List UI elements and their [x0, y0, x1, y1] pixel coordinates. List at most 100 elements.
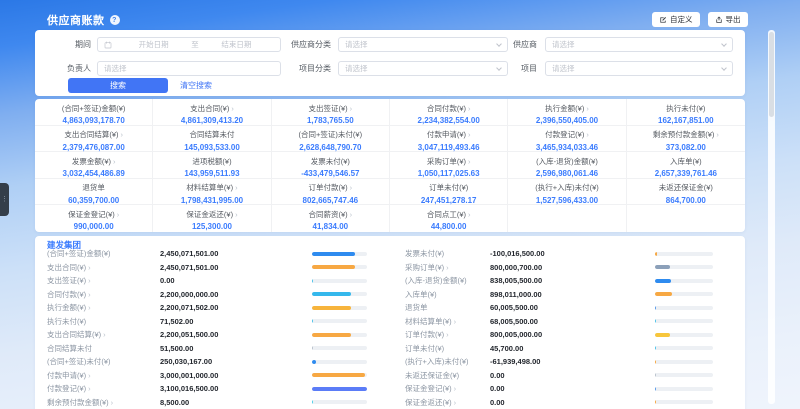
metric-bar — [312, 252, 367, 256]
metric-label[interactable]: 合同付款(¥)› — [47, 289, 160, 300]
chevron-right-icon: › — [111, 398, 114, 407]
stat-card[interactable]: 合同点工(¥)› 44,800.00 — [390, 205, 508, 232]
metric-bar — [312, 306, 367, 310]
stat-value[interactable]: 990,000.00 — [35, 222, 152, 231]
chevron-right-icon: › — [350, 104, 353, 113]
chevron-right-icon: › — [88, 371, 91, 380]
stat-value[interactable]: 125,300.00 — [153, 222, 270, 231]
metric-bar — [312, 333, 367, 337]
stat-card[interactable]: 合同付款(¥)›2,234,382,554.00 — [390, 99, 508, 126]
project-select[interactable]: 请选择 — [545, 61, 733, 76]
owner-select[interactable]: 请选择 — [97, 61, 281, 76]
stat-card[interactable]: 支出合同(¥)›4,861,309,413.20 — [153, 99, 271, 126]
stat-card[interactable]: 材料结算单(¥)›1,798,431,995.00 — [153, 179, 271, 206]
select-placeholder: 请选择 — [104, 63, 127, 74]
side-panel-handle[interactable]: ⋮ — [0, 183, 9, 216]
stat-label: 支出合同结算(¥)› — [35, 129, 152, 140]
stat-value: 1,527,596,433.00 — [508, 196, 625, 205]
search-button[interactable]: 搜索 — [68, 78, 168, 93]
metric-label[interactable]: 付款申请(¥)› — [47, 370, 160, 381]
stat-label: 支出签证(¥)› — [272, 103, 389, 114]
metric-label[interactable]: 支出合同结算(¥)› — [47, 329, 160, 340]
project-category-select[interactable]: 请选择 — [338, 61, 508, 76]
chevron-right-icon: › — [446, 330, 449, 339]
stat-card[interactable]: 支出合同结算(¥)› 2,379,476,087.00 — [35, 126, 153, 153]
stat-card[interactable]: 剩余预付款金额(¥)›373,082.00 — [627, 126, 745, 153]
date-range-input[interactable]: 开始日期 至 结束日期 — [97, 37, 281, 52]
stat-value[interactable]: 3,465,934,033.46 — [508, 143, 625, 152]
metric-bar — [312, 400, 367, 404]
scrollbar-track[interactable] — [768, 30, 775, 404]
supplier-select[interactable]: 请选择 — [545, 37, 733, 52]
metric-label[interactable]: 材料结算单(¥)› — [405, 316, 490, 327]
export-button[interactable]: 导出 — [708, 12, 748, 27]
metric-label: (执行+入库)未付(¥) — [405, 356, 490, 367]
stat-value[interactable]: 44,800.00 — [390, 222, 507, 231]
stat-value[interactable]: 3,047,119,493.46 — [390, 143, 507, 152]
stat-label: 订单付款(¥)› — [272, 182, 389, 193]
metric-bar — [655, 373, 713, 377]
calendar-icon — [104, 41, 112, 49]
stat-value[interactable]: 4,861,309,413.20 — [153, 116, 270, 125]
chevron-right-icon: › — [454, 398, 457, 407]
metric-label[interactable]: 支出签证(¥)› — [47, 275, 160, 286]
metric-row: 订单未付(¥)45,700.00 — [405, 342, 713, 356]
stat-label: 合同结算未付 — [153, 129, 270, 140]
select-placeholder: 请选择 — [345, 39, 368, 50]
stat-label: 发票金额(¥)› — [35, 156, 152, 167]
metric-label[interactable]: 订单付款(¥)› — [405, 329, 490, 340]
stat-value[interactable]: 2,234,382,554.00 — [390, 116, 507, 125]
stat-value[interactable]: 1,798,431,995.00 — [153, 196, 270, 205]
chevron-right-icon: › — [231, 104, 234, 113]
stat-card[interactable]: 订单付款(¥)› 802,665,747.46 — [272, 179, 390, 206]
metric-bar-fill — [312, 360, 316, 364]
chevron-right-icon: › — [586, 130, 589, 139]
range-separator: 至 — [191, 39, 199, 50]
clear-search-link[interactable]: 清空搜索 — [180, 78, 212, 93]
chevron-right-icon: › — [88, 303, 91, 312]
stat-value[interactable]: 2,379,476,087.00 — [35, 143, 152, 152]
help-icon[interactable]: ? — [110, 15, 120, 25]
stat-value[interactable]: 373,082.00 — [627, 143, 745, 152]
stat-card[interactable]: 支出签证(¥)› 1,783,765.50 — [272, 99, 390, 126]
stat-card[interactable]: 付款登记(¥)›3,465,934,033.46 — [508, 126, 626, 153]
stat-card: 进项税额(¥)143,959,511.93 — [153, 152, 271, 179]
stat-card: 发票未付(¥)-433,479,546.57 — [272, 152, 390, 179]
stat-value[interactable]: 2,396,550,405.00 — [508, 116, 625, 125]
stat-card[interactable]: 执行金额(¥)›2,396,550,405.00 — [508, 99, 626, 126]
metric-row: 支出签证(¥)›0.00 — [47, 274, 367, 288]
metric-bar — [312, 360, 367, 364]
stat-card[interactable]: 付款申请(¥)›3,047,119,493.46 — [390, 126, 508, 153]
stat-value[interactable]: 1,050,117,025.63 — [390, 169, 507, 178]
metric-label[interactable]: 保证金返还(¥)› — [405, 397, 490, 408]
export-label: 导出 — [726, 14, 741, 25]
stat-value[interactable]: 3,032,454,486.89 — [35, 169, 152, 178]
metric-value: 2,200,051,500.00 — [160, 330, 312, 339]
scrollbar-thumb[interactable] — [769, 32, 774, 117]
metric-label[interactable]: 采购订单(¥)› — [405, 262, 490, 273]
stat-label: 合同点工(¥)› — [390, 209, 507, 220]
metric-row: 合同付款(¥)›2,200,000,000.00 — [47, 288, 367, 302]
metric-row: 执行金额(¥)›2,200,071,502.00 — [47, 301, 367, 315]
metric-row: 订单付款(¥)›800,005,000.00 — [405, 328, 713, 342]
stat-card[interactable]: 采购订单(¥)›1,050,117,025.63 — [390, 152, 508, 179]
stat-card[interactable]: 合同薪资(¥)›41,834.00 — [272, 205, 390, 232]
stat-value[interactable]: 41,834.00 — [272, 222, 389, 231]
stat-value[interactable]: 1,783,765.50 — [272, 116, 389, 125]
metric-row: 入库单(¥)898,011,000.00 — [405, 288, 713, 302]
chevron-right-icon: › — [121, 130, 124, 139]
metric-label[interactable]: 保证金登记(¥)› — [405, 383, 490, 394]
supplier-category-select[interactable]: 请选择 — [338, 37, 508, 52]
stat-label: 退货单 — [35, 182, 152, 193]
stat-value[interactable]: 802,665,747.46 — [272, 196, 389, 205]
stat-card[interactable]: 发票金额(¥)› 3,032,454,486.89 — [35, 152, 153, 179]
metric-label[interactable]: 付款登记(¥)› — [47, 383, 160, 394]
stat-card[interactable]: 保证金返还(¥)›125,300.00 — [153, 205, 271, 232]
stat-label: 未返还保证金(¥) — [627, 182, 745, 193]
metric-label[interactable]: 支出合同(¥)› — [47, 262, 160, 273]
stat-card[interactable]: 保证金登记(¥)›990,000.00 — [35, 205, 153, 232]
customize-button[interactable]: 自定义 — [652, 12, 700, 27]
metric-label[interactable]: 剩余预付款金额(¥)› — [47, 397, 160, 408]
metric-bar — [655, 306, 713, 310]
metric-label[interactable]: 执行金额(¥)› — [47, 302, 160, 313]
